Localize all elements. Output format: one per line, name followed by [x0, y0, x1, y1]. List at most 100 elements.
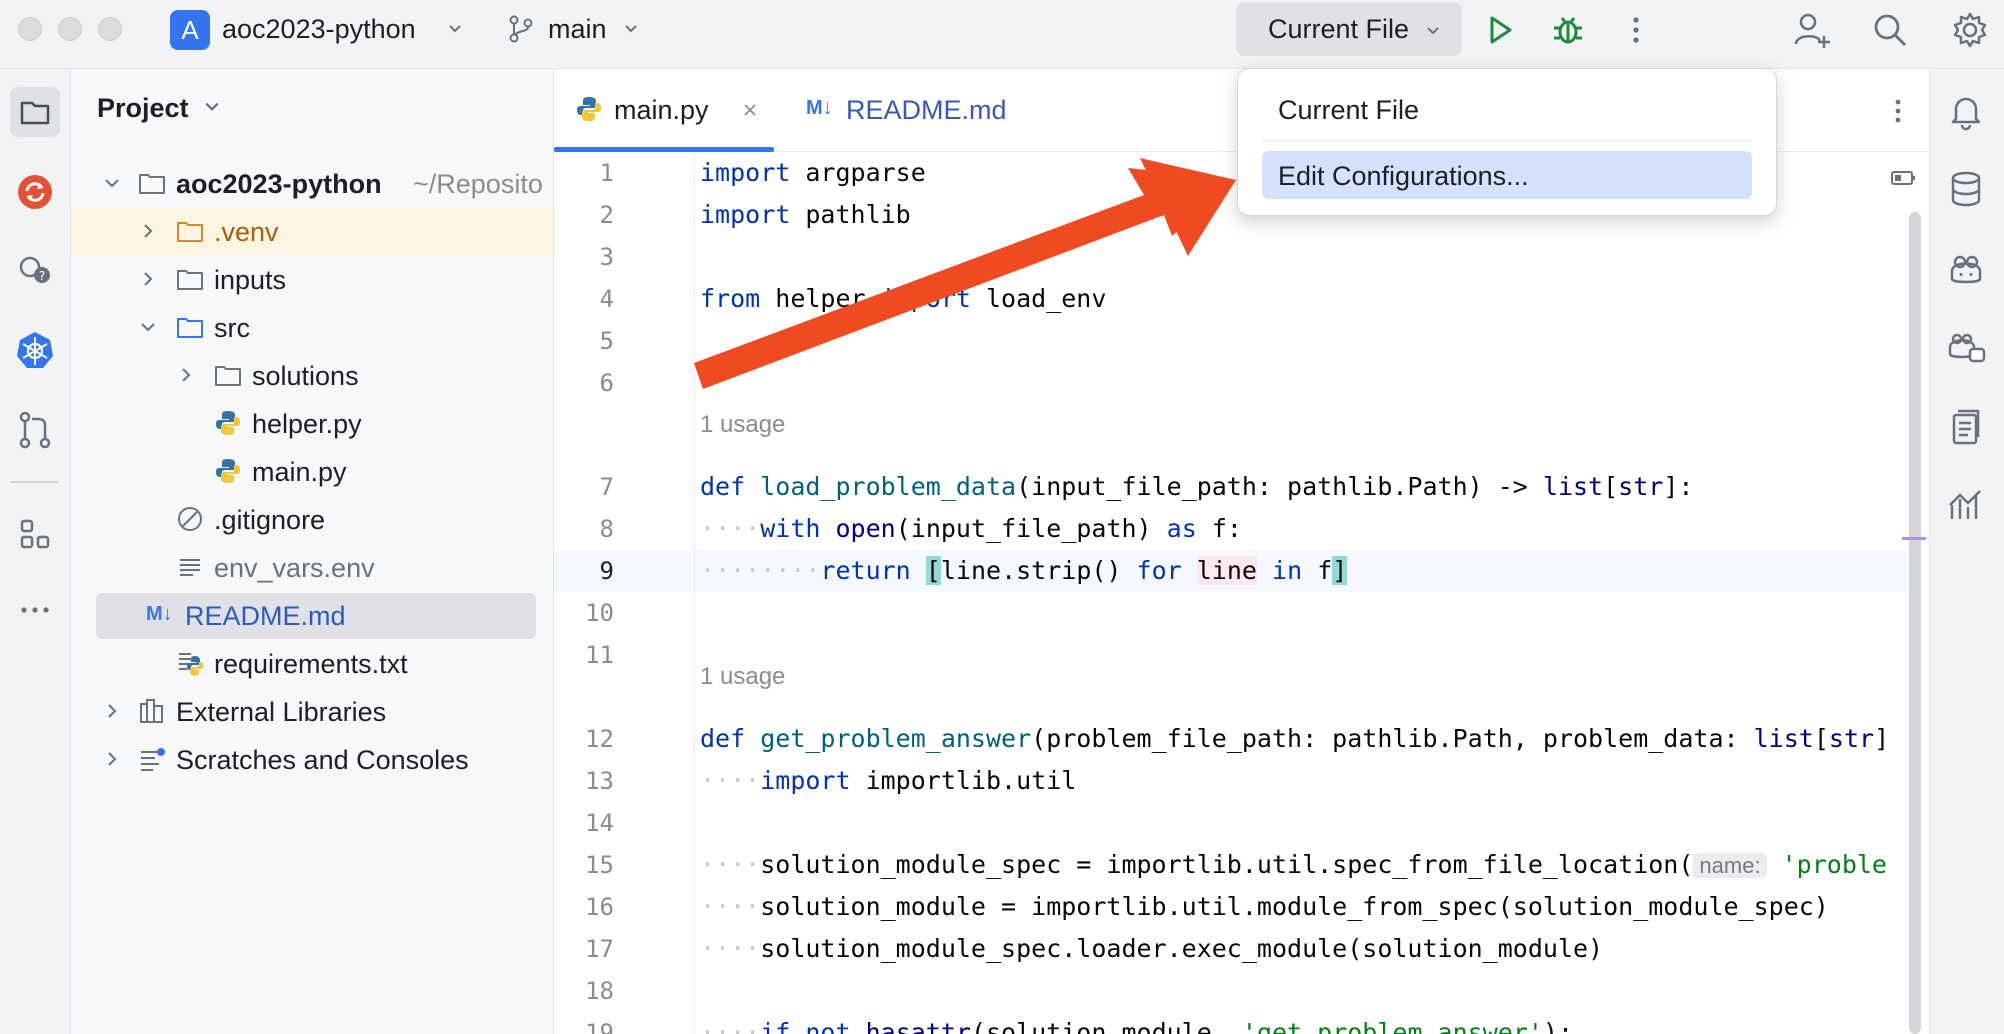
tree-item-label: src — [214, 313, 250, 343]
ai-assistant-icon[interactable]: ? — [10, 245, 60, 295]
tree-item-scratches[interactable]: Scratches and Consoles — [71, 735, 553, 783]
tree-item-inputs[interactable]: inputs — [71, 255, 553, 303]
menu-item-current-file[interactable]: Current File — [1262, 85, 1752, 133]
more-horizontal-icon[interactable] — [10, 585, 60, 635]
chevron-right-icon[interactable] — [139, 222, 157, 240]
chevron-down-icon[interactable] — [103, 174, 121, 192]
chevron-right-icon[interactable] — [103, 702, 121, 720]
documentation-icon[interactable] — [1944, 405, 1988, 449]
tree-item-label: aoc2023-python — [176, 169, 382, 199]
minimize-window-button[interactable] — [58, 17, 82, 41]
project-panel: Project aoc2023-python ~/Reposito .venv … — [71, 69, 554, 1034]
sync-icon[interactable] — [10, 167, 60, 217]
scratches-icon — [141, 748, 165, 771]
tree-item-label: .gitignore — [214, 505, 326, 535]
git-icon[interactable] — [10, 405, 60, 455]
line-number: 11 — [585, 641, 614, 669]
folder-icon — [139, 174, 165, 194]
chevron-down-icon[interactable] — [624, 22, 638, 36]
chevron-down-icon[interactable] — [448, 22, 462, 36]
add-user-icon[interactable] — [1790, 8, 1834, 52]
kubernetes-icon[interactable] — [10, 325, 60, 375]
copilot-icon[interactable] — [1944, 247, 1988, 291]
run-configuration-selector[interactable]: Current File — [1236, 2, 1462, 56]
project-panel-title[interactable]: Project — [97, 93, 219, 124]
tree-item-main-py[interactable]: main.py — [71, 447, 553, 495]
tree-item-readme[interactable]: M↓ README.md — [96, 593, 536, 639]
tree-item-external-libraries[interactable]: External Libraries — [71, 687, 553, 735]
tree-item-helper-py[interactable]: helper.py — [71, 399, 553, 447]
text-file-icon — [180, 559, 200, 576]
tree-item-path: ~/Reposito — [413, 169, 543, 199]
right-tool-strip — [1929, 69, 2004, 1034]
code-line: from helper import load_env — [700, 284, 1107, 313]
scrollbar-marker — [1902, 537, 1926, 540]
ignore-file-icon — [178, 507, 202, 531]
reader-mode-icon[interactable] — [1890, 168, 1918, 188]
run-icon[interactable] — [1478, 8, 1522, 52]
left-tool-strip: ? — [0, 69, 71, 1034]
structure-icon[interactable] — [10, 509, 60, 559]
code-line: def load_problem_data(input_file_path: p… — [700, 472, 1694, 501]
more-vertical-icon[interactable] — [1614, 8, 1658, 52]
python-file-icon — [577, 97, 601, 121]
line-number: 9 — [599, 557, 614, 585]
tree-item-root[interactable]: aoc2023-python ~/Reposito — [71, 159, 553, 207]
chevron-down-icon — [1427, 27, 1439, 35]
zoom-window-button[interactable] — [98, 17, 122, 41]
tree-item-label: main.py — [252, 457, 347, 487]
project-panel-title-text: Project — [97, 93, 189, 123]
tab-readme[interactable]: M↓ README.md — [806, 69, 1007, 151]
code-editor[interactable]: 1 2 3 4 5 6 7 8 9 10 11 12 13 14 15 16 1… — [554, 152, 1928, 1034]
branch-name[interactable]: main — [548, 12, 607, 46]
svg-text:?: ? — [39, 269, 45, 283]
chevron-right-icon[interactable] — [103, 750, 121, 768]
tab-label: README.md — [846, 95, 1007, 125]
menu-item-label: Edit Configurations... — [1278, 161, 1529, 191]
chevron-down-icon[interactable] — [139, 318, 157, 336]
settings-icon[interactable] — [1948, 8, 1992, 52]
chevron-right-icon[interactable] — [177, 366, 195, 384]
code-line: ····if not hasattr(solution_module, 'get… — [700, 1018, 1574, 1034]
search-icon[interactable] — [1868, 8, 1912, 52]
vertical-scrollbar[interactable] — [1909, 212, 1921, 1034]
tree-item-requirements[interactable]: requirements.txt — [71, 639, 553, 687]
usage-hint[interactable]: 1 usage — [700, 656, 785, 698]
tab-main-py[interactable]: main.py — [554, 69, 774, 152]
tree-item-label: helper.py — [252, 409, 362, 439]
tree-item-label: .venv — [214, 217, 279, 247]
gutter-divider — [694, 152, 695, 1034]
code-line: ····solution_module_spec = importlib.uti… — [700, 850, 1887, 879]
tree-item-env-vars[interactable]: env_vars.env — [71, 543, 553, 591]
tree-item-src[interactable]: src — [71, 303, 553, 351]
usage-hint[interactable]: 1 usage — [700, 404, 785, 446]
branch-icon[interactable] — [506, 14, 536, 44]
tree-item-label: requirements.txt — [214, 649, 408, 679]
tree-item-gitignore[interactable]: .gitignore — [71, 495, 553, 543]
project-name[interactable]: aoc2023-python — [222, 12, 416, 46]
chevron-right-icon[interactable] — [139, 270, 157, 288]
code-line: import pathlib — [700, 200, 911, 229]
close-window-button[interactable] — [18, 17, 42, 41]
project-tool-button[interactable] — [10, 87, 60, 137]
close-icon[interactable] — [742, 102, 758, 118]
tree-item-label: env_vars.env — [214, 553, 375, 583]
notifications-icon[interactable] — [1944, 89, 1988, 133]
tree-item-solutions[interactable]: solutions — [71, 351, 553, 399]
markdown-file-icon: M↓ — [806, 97, 833, 119]
separator — [10, 481, 58, 483]
run-configuration-popup: Current File Edit Configurations... — [1237, 68, 1777, 216]
database-icon[interactable] — [1944, 167, 1988, 211]
line-number: 10 — [585, 599, 614, 627]
copilot-chat-icon[interactable] — [1944, 325, 1988, 369]
tree-item-label: README.md — [185, 601, 346, 631]
tree-item-label: solutions — [252, 361, 359, 391]
run-configuration-label: Current File — [1268, 14, 1410, 44]
profiler-icon[interactable] — [1944, 483, 1988, 527]
tree-item-venv[interactable]: .venv — [71, 207, 553, 255]
debug-icon[interactable] — [1546, 8, 1590, 52]
more-vertical-icon[interactable] — [1878, 91, 1918, 131]
project-badge[interactable]: A — [170, 10, 210, 50]
menu-item-edit-configurations[interactable]: Edit Configurations... — [1262, 151, 1752, 199]
line-number: 17 — [585, 935, 614, 963]
